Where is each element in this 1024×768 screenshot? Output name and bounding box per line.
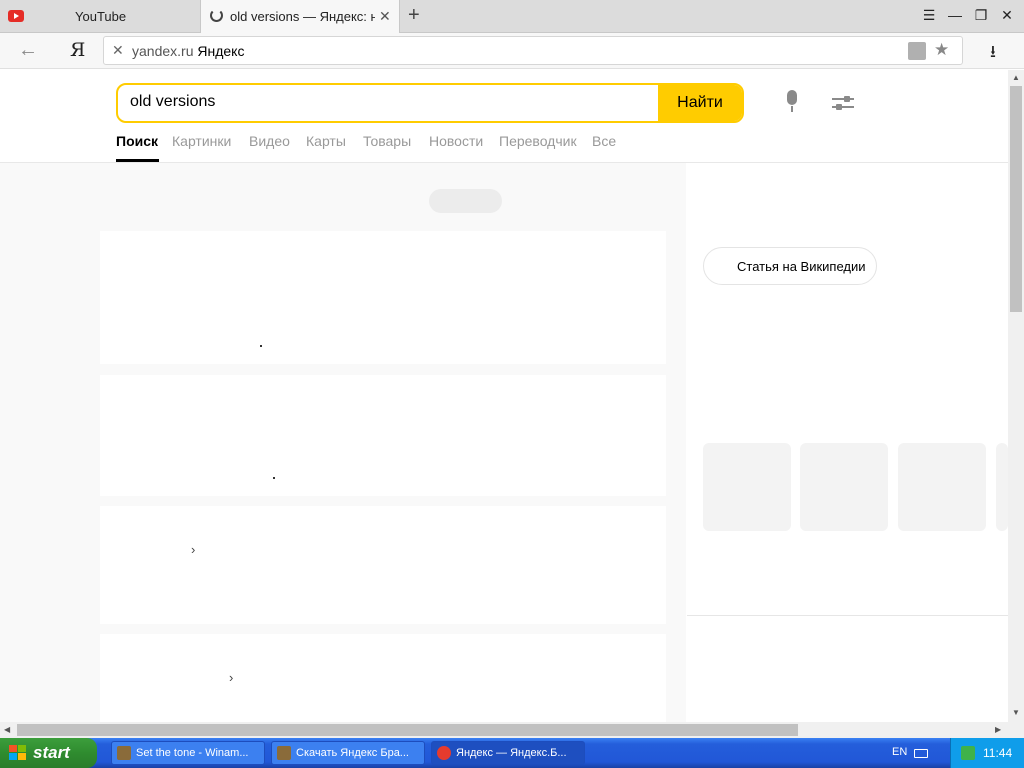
- clear-icon[interactable]: ✕: [112, 42, 124, 59]
- scrollbar-corner: [1008, 722, 1024, 738]
- yandex-logo[interactable]: Я: [70, 39, 85, 61]
- chevron-right-icon[interactable]: ›: [191, 542, 195, 557]
- winamp-icon: [117, 746, 131, 760]
- system-tray: 11:44: [950, 738, 1024, 768]
- microphone-icon[interactable]: [784, 90, 800, 114]
- download-icon[interactable]: ⭳: [990, 39, 996, 68]
- taskbar-item-winamp[interactable]: Set the tone - Winam...: [111, 741, 265, 765]
- url-site-name: Яндекс: [197, 43, 245, 59]
- search-form: old versions Найти: [116, 83, 744, 123]
- tab-youtube[interactable]: YouTube: [0, 0, 200, 33]
- image-thumbnail[interactable]: [996, 443, 1008, 531]
- search-input[interactable]: old versions: [130, 93, 215, 111]
- network-icon[interactable]: [961, 746, 975, 760]
- result-card[interactable]: [100, 375, 666, 496]
- nav-goods[interactable]: Товары: [363, 133, 411, 149]
- scroll-right-icon[interactable]: ▶: [995, 725, 1001, 734]
- loading-placeholder: [429, 189, 502, 213]
- nav-translator[interactable]: Переводчик: [499, 133, 577, 149]
- tab-title: old versions — Яндекс: нашлось: [230, 9, 375, 24]
- back-arrow-icon[interactable]: ←: [18, 39, 38, 62]
- bullet: [260, 345, 262, 347]
- start-button[interactable]: start: [0, 738, 97, 768]
- yandex-browser-icon: [437, 746, 451, 760]
- start-label: start: [33, 743, 70, 762]
- url-text[interactable]: yandex.ru Яндекс: [132, 43, 244, 59]
- taskbar-item-download[interactable]: Скачать Яндекс Бра...: [271, 741, 425, 765]
- tab-title: YouTube: [75, 9, 127, 24]
- search-button[interactable]: Найти: [658, 85, 742, 121]
- winamp-icon: [277, 746, 291, 760]
- tab-active-search[interactable]: old versions — Яндекс: нашлось: [200, 0, 400, 33]
- taskbar-item-label: Яндекс — Яндекс.Б...: [456, 747, 567, 759]
- clock[interactable]: 11:44: [983, 746, 1012, 760]
- address-bar[interactable]: ✕ yandex.ru Яндекс ★: [103, 36, 963, 65]
- bookmark-star-icon[interactable]: ★: [934, 40, 949, 60]
- wikipedia-article-button[interactable]: Статья на Википедии: [703, 247, 877, 285]
- menu-icon[interactable]: ☰: [920, 6, 938, 24]
- nav-all[interactable]: Все: [592, 133, 616, 149]
- nav-video[interactable]: Видео: [249, 133, 290, 149]
- url-domain: yandex.ru: [132, 43, 194, 59]
- restore-button[interactable]: ❐: [972, 6, 990, 24]
- language-indicator[interactable]: EN: [892, 746, 907, 758]
- divider: [687, 615, 1008, 616]
- chevron-right-icon[interactable]: ›: [229, 670, 233, 685]
- new-tab-button[interactable]: +: [408, 4, 420, 27]
- nav-search[interactable]: Поиск: [116, 133, 158, 149]
- close-window-button[interactable]: ✕: [998, 6, 1016, 24]
- nav-images[interactable]: Картинки: [172, 133, 231, 149]
- close-tab-icon[interactable]: ✕: [379, 8, 391, 25]
- vertical-scrollbar[interactable]: ▲ ▼: [1008, 70, 1024, 722]
- result-card[interactable]: [100, 231, 666, 364]
- result-card[interactable]: ›: [100, 634, 666, 722]
- knowledge-panel: [687, 173, 1008, 657]
- nav-maps[interactable]: Карты: [306, 133, 346, 149]
- scroll-down-icon[interactable]: ▼: [1012, 708, 1020, 717]
- nav-news[interactable]: Новости: [429, 133, 483, 149]
- filters-icon[interactable]: [832, 94, 854, 112]
- youtube-icon: [8, 10, 24, 22]
- page-content: old versions Найти Поиск Картинки Видео …: [0, 70, 1008, 722]
- taskbar: start Set the tone - Winam... Скачать Ян…: [0, 738, 1024, 768]
- image-thumbnail[interactable]: [800, 443, 888, 531]
- loading-spinner-icon: [210, 9, 223, 22]
- scroll-thumb[interactable]: [17, 724, 798, 736]
- lock-icon[interactable]: [908, 42, 926, 60]
- minimize-button[interactable]: —: [946, 6, 964, 24]
- windows-flag-icon: [9, 745, 27, 761]
- bullet: [273, 477, 275, 479]
- scroll-up-icon[interactable]: ▲: [1012, 73, 1020, 82]
- horizontal-scrollbar[interactable]: ◀ ▶: [0, 722, 1008, 738]
- image-thumbnail[interactable]: [898, 443, 986, 531]
- keyboard-icon[interactable]: [914, 749, 928, 758]
- address-row: ← Я ✕ yandex.ru Яндекс ★ ⭳: [0, 33, 1024, 69]
- taskbar-item-label: Set the tone - Winam...: [136, 747, 249, 759]
- tab-bar: YouTube old versions — Яндекс: нашлось ✕…: [0, 0, 1024, 33]
- image-thumbnail[interactable]: [703, 443, 791, 531]
- taskbar-item-yandex[interactable]: Яндекс — Яндекс.Б...: [431, 741, 585, 765]
- scroll-left-icon[interactable]: ◀: [4, 725, 10, 734]
- result-card[interactable]: ›: [100, 506, 666, 624]
- taskbar-item-label: Скачать Яндекс Бра...: [296, 747, 409, 759]
- scroll-thumb[interactable]: [1010, 86, 1022, 312]
